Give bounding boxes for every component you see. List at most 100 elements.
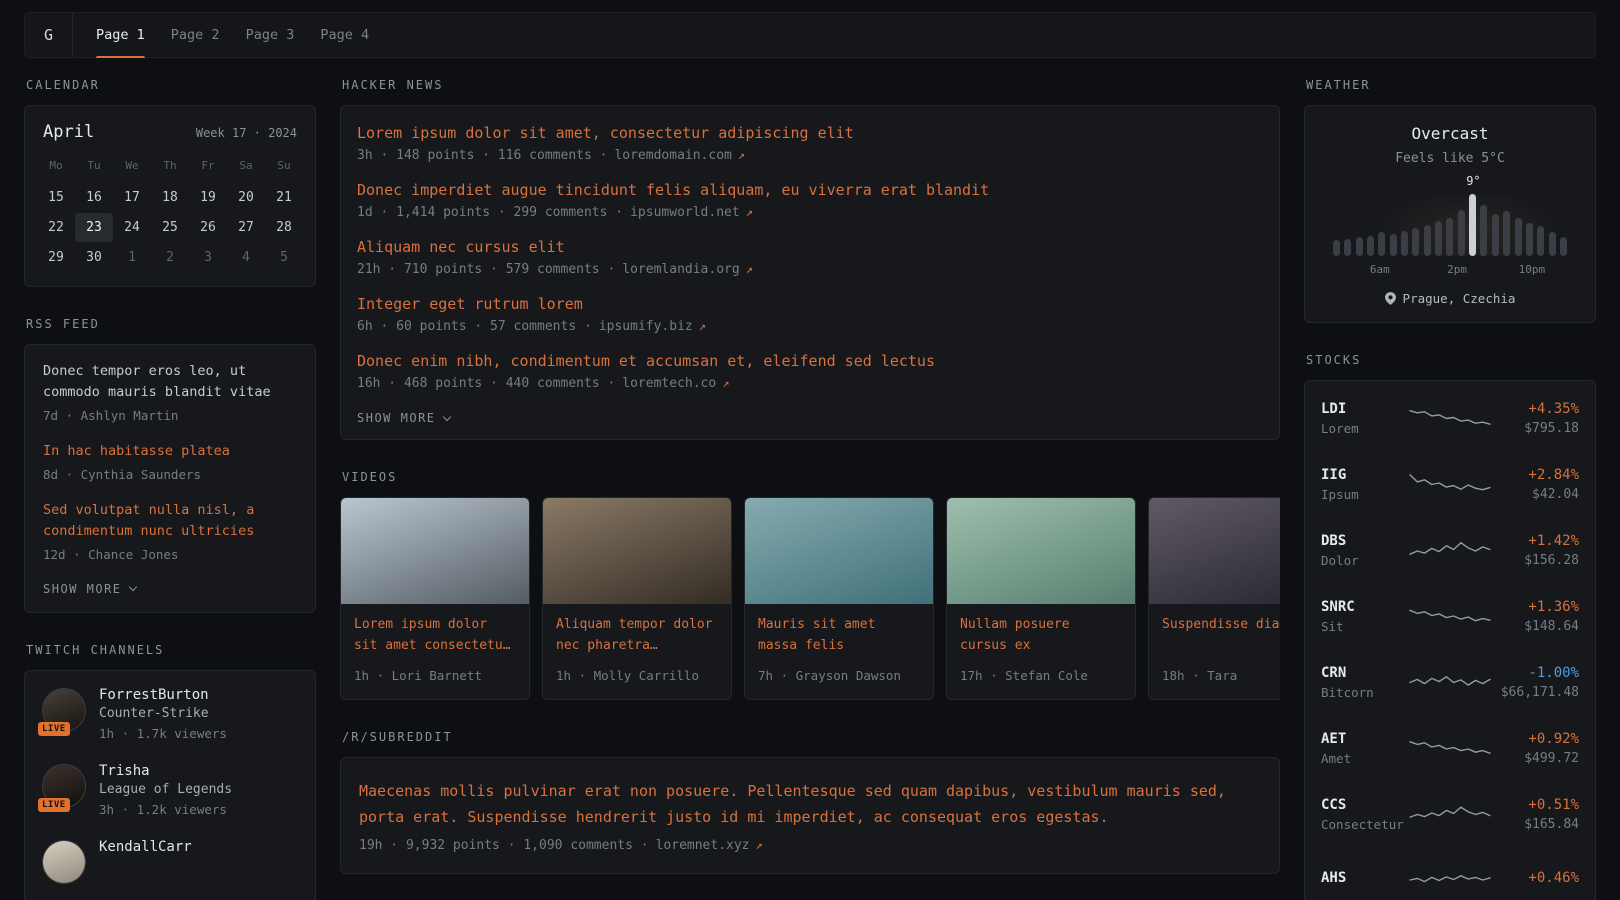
calendar-day-header: We <box>113 150 151 182</box>
video-card[interactable]: Nullam posuere cursus ex 17h · Stefan Co… <box>946 497 1136 700</box>
video-thumbnail[interactable] <box>341 498 529 604</box>
channel-name[interactable]: Trisha <box>99 763 232 779</box>
subreddit-post-title[interactable]: Maecenas mollis pulvinar erat non posuer… <box>359 778 1261 831</box>
stock-change: -1.00% <box>1492 665 1579 681</box>
calendar-day[interactable]: 3 <box>189 243 227 272</box>
video-title[interactable]: Aliquam tempor dolor nec pharetra… <box>556 615 718 657</box>
hacker-news-domain-link[interactable]: loremdomain.com <box>614 148 731 163</box>
stock-change: +1.36% <box>1492 599 1579 615</box>
calendar-day[interactable]: 18 <box>151 183 189 212</box>
calendar-day[interactable]: 25 <box>151 213 189 242</box>
channel-name[interactable]: KendallCarr <box>99 839 192 855</box>
weather-bar <box>1424 225 1431 256</box>
page-tab[interactable]: Page 1 <box>83 13 158 57</box>
rss-item-meta: 8d · Cynthia Saunders <box>43 465 297 485</box>
channel-game[interactable]: Counter-Strike <box>99 706 227 721</box>
stock-row[interactable]: DBS Dolor +1.42% $156.28 <box>1321 517 1579 583</box>
calendar-day[interactable]: 5 <box>265 243 303 272</box>
rss-item-title[interactable]: Sed volutpat nulla nisl, a condimentum n… <box>43 500 297 542</box>
hacker-news-title[interactable]: Donec imperdiet augue tincidunt felis al… <box>357 181 1263 199</box>
calendar-day[interactable]: 30 <box>75 243 113 272</box>
calendar-day-header: Tu <box>75 150 113 182</box>
stock-change: +0.92% <box>1492 731 1579 747</box>
weather-bar <box>1560 237 1567 256</box>
stock-row[interactable]: CRN Bitcorn -1.00% $66,171.48 <box>1321 649 1579 715</box>
stock-identity: DBS Dolor <box>1321 533 1408 568</box>
stock-row[interactable]: SNRC Sit +1.36% $148.64 <box>1321 583 1579 649</box>
subreddit-meta-text: 19h · 9,932 points · 1,090 comments · <box>359 838 649 853</box>
video-card[interactable]: Mauris sit amet massa felis 7h · Grayson… <box>744 497 934 700</box>
stock-price: $499.72 <box>1492 751 1579 766</box>
calendar-day[interactable]: 16 <box>75 183 113 212</box>
calendar-day[interactable]: 20 <box>227 183 265 212</box>
calendar-day[interactable]: 28 <box>265 213 303 242</box>
hacker-news-domain-link[interactable]: ipsumworld.net <box>630 205 740 220</box>
calendar-day[interactable]: 1 <box>113 243 151 272</box>
video-body: Suspendisse diam 18h · Tara <box>1149 604 1280 699</box>
video-title[interactable]: Suspendisse diam <box>1162 615 1280 657</box>
calendar-day[interactable]: 19 <box>189 183 227 212</box>
stock-row[interactable]: CCS Consectetur +0.51% $165.84 <box>1321 781 1579 847</box>
channel-info: ForrestBurton Counter-Strike 1h · 1.7k v… <box>99 687 227 744</box>
hacker-news-show-more-button[interactable]: SHOW MORE <box>357 409 450 425</box>
calendar-day[interactable]: 24 <box>113 213 151 242</box>
calendar-day[interactable]: 29 <box>37 243 75 272</box>
hacker-news-title[interactable]: Donec enim nibh, condimentum et accumsan… <box>357 352 1263 370</box>
calendar-day[interactable]: 26 <box>189 213 227 242</box>
video-thumbnail[interactable] <box>543 498 731 604</box>
page-tab[interactable]: Page 4 <box>307 13 382 57</box>
video-title[interactable]: Mauris sit amet massa felis <box>758 615 920 657</box>
calendar-day[interactable]: 17 <box>113 183 151 212</box>
channel-game[interactable]: League of Legends <box>99 782 232 797</box>
twitch-channel-row[interactable]: LIVE Trisha League of Legends 3h · 1.2k … <box>43 763 297 820</box>
rss-item-title[interactable]: Donec tempor eros leo, ut commodo mauris… <box>43 361 297 403</box>
stock-change: +2.84% <box>1492 467 1579 483</box>
rss-show-more-button[interactable]: SHOW MORE <box>43 580 136 596</box>
hacker-news-title[interactable]: Lorem ipsum dolor sit amet, consectetur … <box>357 124 1263 142</box>
calendar-grid: MoTuWeThFrSaSu15161718192021222324252627… <box>25 146 315 286</box>
calendar-day[interactable]: 2 <box>151 243 189 272</box>
twitch-channel-row[interactable]: LIVE KendallCarr <box>43 839 297 883</box>
hacker-news-domain-link[interactable]: loremtech.co <box>622 376 716 391</box>
video-thumbnail[interactable] <box>947 498 1135 604</box>
video-card[interactable]: Suspendisse diam 18h · Tara <box>1148 497 1280 700</box>
video-title[interactable]: Nullam posuere cursus ex <box>960 615 1122 657</box>
calendar-day[interactable]: 4 <box>227 243 265 272</box>
stock-change: +1.42% <box>1492 533 1579 549</box>
middle-column: HACKER NEWS Lorem ipsum dolor sit amet, … <box>340 78 1280 900</box>
subreddit-widget: /R/SUBREDDIT Maecenas mollis pulvinar er… <box>340 730 1280 874</box>
stock-price: $42.04 <box>1492 487 1579 502</box>
hacker-news-domain-link[interactable]: ipsumify.biz <box>599 319 693 334</box>
video-card[interactable]: Lorem ipsum dolor sit amet consectetu… 1… <box>340 497 530 700</box>
video-thumbnail[interactable] <box>1149 498 1280 604</box>
hacker-news-meta: 3h · 148 points · 116 comments ·loremdom… <box>357 148 1263 163</box>
page-tab[interactable]: Page 2 <box>158 13 233 57</box>
calendar-day[interactable]: 22 <box>37 213 75 242</box>
page-tab[interactable]: Page 3 <box>233 13 308 57</box>
calendar-day-today[interactable]: 23 <box>75 213 113 242</box>
calendar-week-label: Week 17 · 2024 <box>196 126 297 140</box>
rss-item-title[interactable]: In hac habitasse platea <box>43 441 297 462</box>
channel-avatar <box>43 841 85 883</box>
live-badge: LIVE <box>38 722 70 736</box>
hacker-news-title[interactable]: Aliquam nec cursus elit <box>357 238 1263 256</box>
video-title[interactable]: Lorem ipsum dolor sit amet consectetu… <box>354 615 516 657</box>
hacker-news-title[interactable]: Integer eget rutrum lorem <box>357 295 1263 313</box>
stock-row[interactable]: LDI Lorem +4.35% $795.18 <box>1321 385 1579 451</box>
stock-row[interactable]: AHS +0.46% <box>1321 847 1579 900</box>
twitch-channel-row[interactable]: LIVE ForrestBurton Counter-Strike 1h · 1… <box>43 687 297 744</box>
weather-location-row[interactable]: Prague, Czechia <box>1321 291 1579 306</box>
app-logo[interactable]: G <box>25 13 73 57</box>
subreddit-domain-link[interactable]: loremnet.xyz <box>656 838 750 853</box>
stock-row[interactable]: IIG Ipsum +2.84% $42.04 <box>1321 451 1579 517</box>
video-thumbnail[interactable] <box>745 498 933 604</box>
calendar-day[interactable]: 15 <box>37 183 75 212</box>
video-meta: 17h · Stefan Cole <box>960 666 1122 686</box>
stock-row[interactable]: AET Amet +0.92% $499.72 <box>1321 715 1579 781</box>
calendar-day[interactable]: 27 <box>227 213 265 242</box>
calendar-day[interactable]: 21 <box>265 183 303 212</box>
stock-name: Sit <box>1321 619 1408 634</box>
video-card[interactable]: Aliquam tempor dolor nec pharetra… 1h · … <box>542 497 732 700</box>
channel-name[interactable]: ForrestBurton <box>99 687 227 703</box>
hacker-news-domain-link[interactable]: loremlandia.org <box>622 262 739 277</box>
